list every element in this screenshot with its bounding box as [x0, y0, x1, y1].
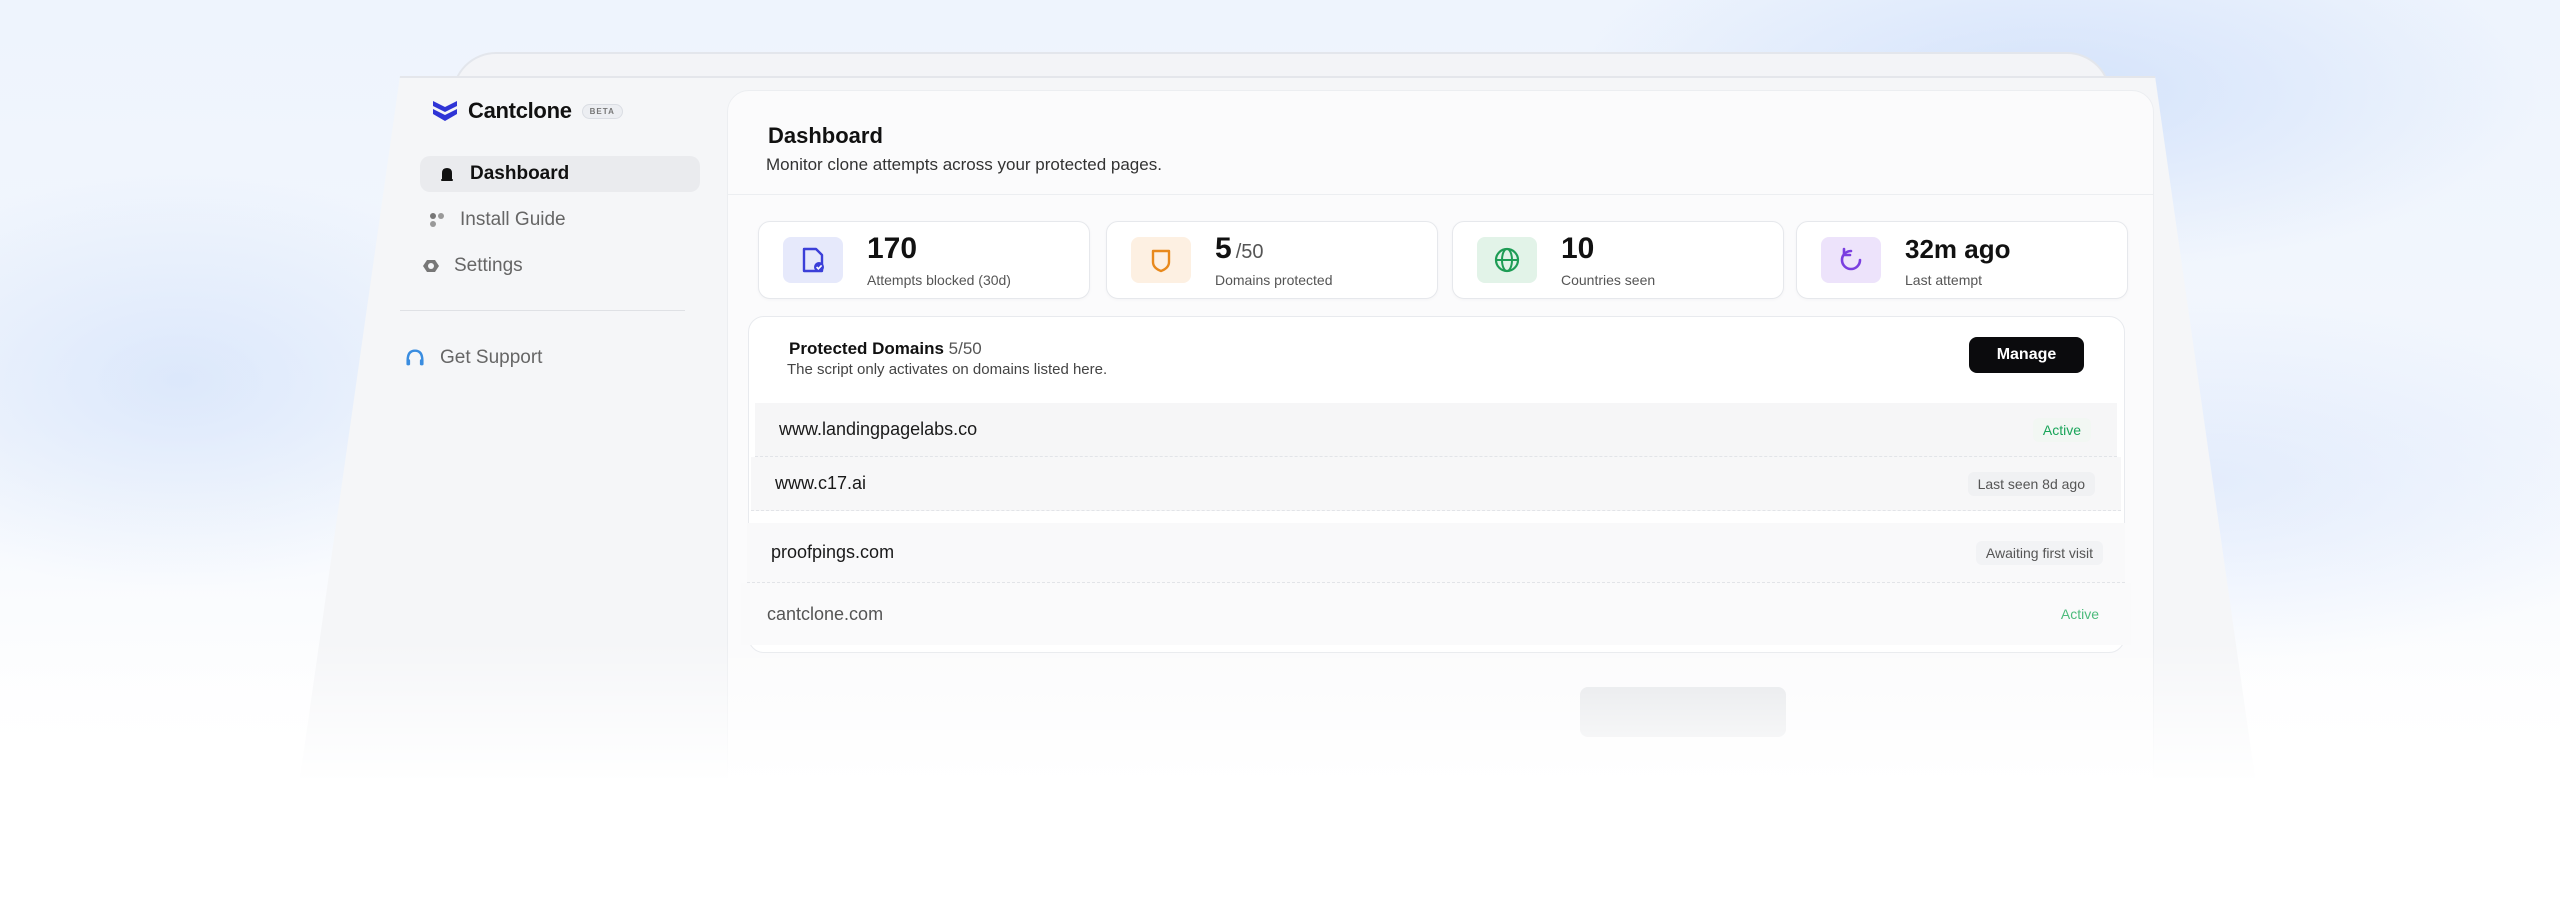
app-name: Cantclone [468, 98, 572, 123]
shield-icon [1151, 249, 1171, 273]
stat-value: 5/50 [1215, 232, 1264, 265]
stat-icon-bg [783, 237, 843, 283]
bell-icon [441, 168, 453, 181]
domain-count: 5/50 [948, 339, 982, 358]
app-window: Cantclone BETA Dashboard Install Guide S… [300, 76, 2255, 778]
manage-button[interactable]: Manage [1969, 337, 2084, 373]
stat-label: Domains protected [1215, 272, 1333, 288]
sidebar-divider [400, 310, 685, 311]
globe-icon [1494, 247, 1520, 273]
domain-name: proofpings.com [771, 542, 895, 562]
status-badge: Last seen 8d ago [1967, 471, 2095, 496]
sidebar-item-label: Dashboard [470, 163, 570, 184]
stat-value: 32m ago [1905, 234, 2011, 264]
panel-description: The script only activates on domains lis… [787, 361, 1108, 378]
stat-card-domains: 5/50 Domains protected [1106, 221, 1438, 299]
domain-name: www.c17.ai [775, 473, 867, 493]
status-badge: Active [2032, 417, 2091, 442]
sidebar-item-dashboard[interactable]: Dashboard [420, 156, 700, 192]
domain-row[interactable]: cantclone.com Active [741, 583, 2131, 645]
main-panel: Dashboard Monitor clone attempts across … [727, 90, 2154, 778]
status-badge: Awaiting first visit [1975, 540, 2103, 565]
stat-label: Countries seen [1561, 272, 1656, 288]
logo-icon [433, 101, 457, 121]
stat-card-attempts: 170 Attempts blocked (30d) [758, 221, 1090, 299]
domain-row[interactable]: proofpings.com Awaiting first visit [747, 523, 2125, 583]
shield-check-file-icon [802, 247, 824, 273]
status-badge: Active [2060, 606, 2099, 622]
sidebar-item-label: Install Guide [460, 209, 566, 230]
headset-icon [406, 349, 424, 366]
domain-name: www.landingpagelabs.co [779, 419, 978, 439]
page-title: Dashboard [768, 123, 883, 148]
domain-name: cantclone.com [767, 603, 884, 624]
stat-card-last-attempt: 32m ago Last attempt [1796, 221, 2128, 299]
page-subtitle: Monitor clone attempts across your prote… [766, 155, 1162, 174]
stat-label: Attempts blocked (30d) [867, 272, 1011, 288]
stat-icon-bg [1821, 237, 1881, 283]
domain-row[interactable]: www.c17.ai Last seen 8d ago [751, 457, 2121, 511]
get-support-link[interactable]: Get Support [404, 342, 542, 374]
gear-icon [423, 260, 439, 272]
header-divider [728, 194, 2153, 195]
stat-card-countries: 10 Countries seen [1452, 221, 1784, 299]
sidebar-item-settings[interactable]: Settings [422, 250, 523, 282]
panel-title: Protected Domains 5/50 [789, 339, 982, 358]
ghost-button [1580, 687, 1786, 737]
sidebar-item-label: Settings [454, 255, 523, 276]
stat-icon-bg [1131, 237, 1191, 283]
logo: Cantclone BETA [432, 98, 623, 124]
stat-value: 10 [1561, 232, 1595, 265]
sidebar-item-install-guide[interactable]: Install Guide [428, 204, 566, 236]
domain-row[interactable]: www.landingpagelabs.co Active [755, 403, 2117, 457]
refresh-icon [1840, 247, 1862, 271]
stat-icon-bg [1477, 237, 1537, 283]
protected-domains-panel: Protected Domains 5/50 The script only a… [741, 316, 2131, 653]
stat-value: 170 [867, 232, 918, 265]
beta-badge: BETA [581, 103, 623, 119]
stat-label: Last attempt [1905, 272, 1983, 288]
dots-icon [430, 213, 444, 227]
get-support-label: Get Support [440, 347, 543, 368]
